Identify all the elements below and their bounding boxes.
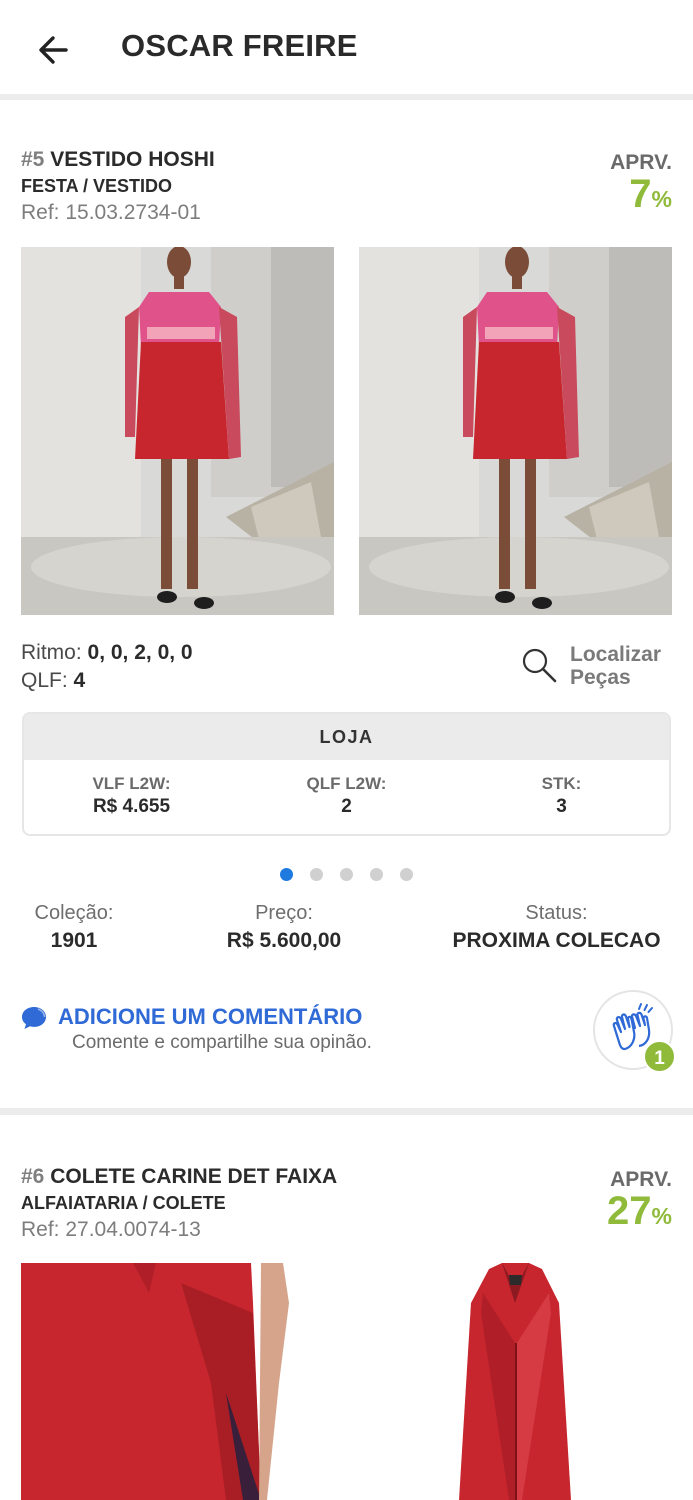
product-number: #5 — [21, 148, 45, 171]
app-bar: OSCAR FREIRE — [0, 0, 693, 94]
product-title: #6 COLETE CARINE DET FAIXA — [21, 1165, 337, 1189]
ritmo-value: 0, 0, 2, 0, 0 — [87, 641, 193, 664]
back-button[interactable] — [32, 28, 76, 72]
product-photo[interactable] — [21, 1263, 334, 1500]
loja-stat: STK: 3 — [541, 774, 582, 817]
product-name: VESTIDO HOSHI — [50, 148, 215, 171]
product-photo[interactable] — [21, 247, 334, 615]
arrow-left-icon — [39, 36, 68, 64]
localizar-label: Peças — [570, 666, 631, 689]
product-photo[interactable] — [359, 247, 672, 615]
localizar-label: Localizar — [570, 643, 662, 666]
qlf-row: QLF: 4 — [21, 669, 86, 692]
loja-title: LOJA — [24, 714, 669, 760]
preco-info: Preço: R$ 5.600,00 — [226, 902, 342, 952]
ritmo-row: Ritmo: 0, 0, 2, 0, 0 — [21, 641, 193, 664]
product-name: COLETE CARINE DET FAIXA — [50, 1165, 338, 1188]
approval-value: 7% — [629, 172, 672, 216]
chat-bubble-icon — [22, 1007, 46, 1029]
product-title: #5 VESTIDO HOSHI — [21, 148, 215, 172]
colecao-info: Coleção: 1901 — [34, 902, 114, 952]
comment-title: ADICIONE UM COMENTÁRIO — [58, 1004, 363, 1029]
loja-stat: QLF L2W: 2 — [306, 774, 387, 817]
qlf-value: 4 — [73, 669, 86, 692]
carousel-indicator — [0, 868, 693, 881]
product-ref: Ref: 27.04.0074-13 — [21, 1218, 201, 1241]
carousel-dot[interactable] — [340, 868, 353, 881]
clap-count-badge: 1 — [643, 1040, 676, 1073]
comment-subtitle: Comente e compartilhe sua opinão. — [72, 1032, 372, 1053]
status-info: Status: PROXIMA COLECAO — [452, 902, 661, 952]
carousel-dot[interactable] — [400, 868, 413, 881]
product-photo[interactable] — [359, 1263, 672, 1500]
card-divider — [0, 1108, 693, 1115]
product-category: ALFAIATARIA / COLETE — [21, 1193, 226, 1213]
header-divider — [0, 94, 693, 100]
carousel-dot[interactable] — [280, 868, 293, 881]
loja-stat: VLF L2W: R$ 4.655 — [92, 774, 171, 817]
product-category: FESTA / VESTIDO — [21, 176, 173, 196]
carousel-dot[interactable] — [310, 868, 323, 881]
loja-panel: LOJA VLF L2W: R$ 4.655 QLF L2W: 2 STK: 3 — [22, 712, 671, 836]
search-icon — [522, 648, 557, 683]
product-ref: Ref: 15.03.2734-01 — [21, 201, 201, 224]
approval-value: 27% — [607, 1189, 672, 1233]
page-title: OSCAR FREIRE — [121, 28, 358, 63]
carousel-dot[interactable] — [370, 868, 383, 881]
product-number: #6 — [21, 1165, 45, 1188]
